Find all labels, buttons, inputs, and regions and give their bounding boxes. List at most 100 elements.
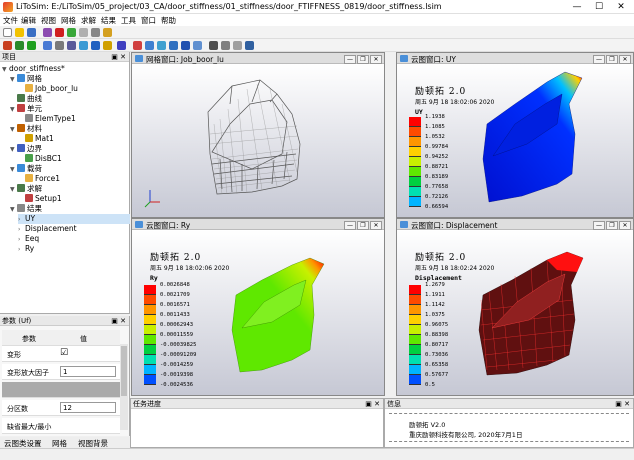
view-window-buttons[interactable]: — ❐ ✕ bbox=[343, 54, 382, 64]
select-icon[interactable] bbox=[43, 41, 52, 50]
screenshot-icon[interactable] bbox=[245, 41, 254, 50]
run-icon[interactable] bbox=[27, 41, 36, 50]
fit-icon[interactable] bbox=[91, 41, 100, 50]
mesh-view-header: 网格窗口: Job_boor_lu — ❐ ✕ bbox=[132, 53, 384, 64]
properties-panel: 参数 (Uf) ▣ ✕ 参数 值 变形 ☑ 变形放大因子 1 分区数 12 缺省最大/最小 bbox=[0, 316, 130, 436]
property-value-input[interactable]: 1 bbox=[60, 366, 116, 377]
tree-item--[interactable]: ▼ 网格 bbox=[10, 74, 130, 84]
tree-node-icon bbox=[17, 74, 25, 82]
view-front-icon[interactable] bbox=[117, 41, 126, 50]
view-window-buttons[interactable]: — ❐ ✕ bbox=[592, 220, 631, 230]
mesh-view-window[interactable]: 网格窗口: Job_boor_lu — ❐ ✕ bbox=[131, 52, 385, 218]
tree-node-icon bbox=[25, 174, 33, 182]
chevron-right-icon[interactable]: › bbox=[18, 245, 25, 255]
property-value-input[interactable]: 12 bbox=[60, 402, 116, 413]
tree-node-icon bbox=[25, 194, 33, 202]
model-icon[interactable] bbox=[3, 41, 12, 50]
view-left-icon[interactable] bbox=[169, 41, 178, 50]
tree-item--[interactable]: ▼ 载荷 bbox=[10, 164, 130, 174]
menu-window[interactable]: 窗口 bbox=[141, 15, 156, 26]
displacement-canvas[interactable]: 励顿拓 2.0 周五 9月 18 18:02:24 2020 Displacem… bbox=[397, 230, 633, 395]
tree-item--[interactable]: ▼ 边界 bbox=[10, 144, 130, 154]
pan-icon[interactable] bbox=[55, 41, 64, 50]
tree-item-label: Job_boor_lu bbox=[35, 84, 78, 93]
tree-item-ry[interactable]: › Ry bbox=[18, 244, 130, 254]
menu-tools[interactable]: 工具 bbox=[121, 15, 136, 26]
tree-root[interactable]: ▼ door_stiffness* bbox=[2, 64, 65, 74]
tree-item--[interactable]: ▼ 求解 bbox=[10, 184, 130, 194]
ry-contour-window[interactable]: 云图窗口: Ry — ❐ ✕ 励顿拓 2.0 周五 9月 18 18:02:06 2… bbox=[131, 218, 385, 396]
displacement-contour-window[interactable]: 云图窗口: Displacement — ❐ ✕ 励顿拓 2.0 周五 9月 18 … bbox=[396, 218, 634, 396]
tree-item-setup1[interactable]: Setup1 bbox=[18, 194, 130, 204]
view-right-icon[interactable] bbox=[181, 41, 190, 50]
shaded-icon[interactable] bbox=[221, 41, 230, 50]
properties-float-close-buttons[interactable]: ▣ ✕ bbox=[111, 316, 126, 326]
tree-item--[interactable]: ▼ 结果 bbox=[10, 204, 130, 214]
open-folder-icon[interactable] bbox=[15, 28, 24, 37]
view-bottom-icon[interactable] bbox=[157, 41, 166, 50]
property-row: 分区数 12 bbox=[2, 400, 120, 416]
menu-solve[interactable]: 求解 bbox=[81, 15, 96, 26]
new-file-icon[interactable] bbox=[3, 28, 12, 37]
wireframe-icon[interactable] bbox=[209, 41, 218, 50]
undo-icon[interactable] bbox=[67, 28, 76, 37]
tree-item-force1[interactable]: Force1 bbox=[18, 174, 130, 184]
chevron-down-icon[interactable]: ▼ bbox=[10, 125, 17, 135]
solve-icon[interactable] bbox=[15, 41, 24, 50]
minimize-button[interactable]: — bbox=[566, 0, 588, 14]
chevron-down-icon[interactable]: ▼ bbox=[10, 145, 17, 155]
menu-help[interactable]: 帮助 bbox=[161, 15, 176, 26]
tree-item--[interactable]: 曲线 bbox=[10, 94, 130, 104]
chevron-down-icon[interactable]: ▼ bbox=[10, 105, 17, 115]
edges-icon[interactable] bbox=[233, 41, 242, 50]
panel-float-close-buttons[interactable]: ▣ ✕ bbox=[111, 52, 126, 62]
view-back-icon[interactable] bbox=[133, 41, 142, 50]
menu-file[interactable]: 文件 bbox=[3, 15, 18, 26]
save-icon[interactable] bbox=[27, 28, 36, 37]
tree-item-job-boor-lu[interactable]: Job_boor_lu bbox=[18, 84, 130, 94]
tree-item-mat1[interactable]: Mat1 bbox=[18, 134, 130, 144]
property-checkbox[interactable]: ☑ bbox=[60, 348, 68, 358]
tree-item-label: Force1 bbox=[35, 174, 61, 183]
import-icon[interactable] bbox=[43, 28, 52, 37]
tree-item-eeq[interactable]: › Eeq bbox=[18, 234, 130, 244]
chevron-down-icon[interactable]: ▼ bbox=[10, 185, 17, 195]
close-button[interactable]: ✕ bbox=[610, 0, 632, 14]
mesh-canvas[interactable] bbox=[132, 64, 384, 217]
tree-item-elemtype1[interactable]: ElemType1 bbox=[18, 114, 130, 124]
properties-scrollbar[interactable] bbox=[120, 344, 128, 430]
task-panel-buttons[interactable]: ▣ ✕ bbox=[365, 399, 380, 409]
tree-item-displacement[interactable]: › Displacement bbox=[18, 224, 130, 234]
mesh-icon[interactable] bbox=[103, 28, 112, 37]
tree-item--[interactable]: ▼ 单元 bbox=[10, 104, 130, 114]
menu-result[interactable]: 结果 bbox=[101, 15, 116, 26]
tree-item-uy[interactable]: › UY bbox=[18, 214, 130, 224]
menu-view[interactable]: 视图 bbox=[41, 15, 56, 26]
tree-item-label: Eeq bbox=[25, 234, 40, 243]
settings-icon[interactable] bbox=[91, 28, 100, 37]
copy-icon[interactable] bbox=[79, 28, 88, 37]
view-window-buttons[interactable]: — ❐ ✕ bbox=[343, 220, 382, 230]
menu-edit[interactable]: 编辑 bbox=[21, 15, 36, 26]
uy-canvas[interactable]: 励顿拓 2.0 周五 9月 18 18:02:06 2020 UY 1.1938… bbox=[397, 64, 633, 217]
chevron-down-icon[interactable]: ▼ bbox=[10, 205, 17, 215]
uy-contour-window[interactable]: 云图窗口: UY — ❐ ✕ 励顿拓 2.0 周五 9月 18 18:02:06 2… bbox=[396, 52, 634, 218]
zoom-icon[interactable] bbox=[79, 41, 88, 50]
chevron-down-icon[interactable]: ▼ bbox=[10, 75, 17, 85]
light-icon[interactable] bbox=[103, 41, 112, 50]
view-window-buttons[interactable]: — ❐ ✕ bbox=[592, 54, 631, 64]
rotate-icon[interactable] bbox=[67, 41, 76, 50]
column-value: 值 bbox=[80, 335, 87, 343]
chevron-down-icon[interactable]: ▼ bbox=[2, 65, 9, 75]
tree-item--[interactable]: ▼ 材料 bbox=[10, 124, 130, 134]
menu-mesh[interactable]: 网格 bbox=[61, 15, 76, 26]
tree-item-disbc1[interactable]: DisBC1 bbox=[18, 154, 130, 164]
view-iso-icon[interactable] bbox=[193, 41, 202, 50]
maximize-button[interactable]: ☐ bbox=[588, 0, 610, 14]
task-panel-header: 任务进度 ▣ ✕ bbox=[131, 399, 383, 409]
stop-icon[interactable] bbox=[55, 28, 64, 37]
view-top-icon[interactable] bbox=[145, 41, 154, 50]
info-panel-buttons[interactable]: ▣ ✕ bbox=[615, 399, 630, 409]
ry-canvas[interactable]: 励顿拓 2.0 周五 9月 18 18:02:06 2020 Ry 0.0026… bbox=[132, 230, 384, 395]
chevron-down-icon[interactable]: ▼ bbox=[10, 165, 17, 175]
